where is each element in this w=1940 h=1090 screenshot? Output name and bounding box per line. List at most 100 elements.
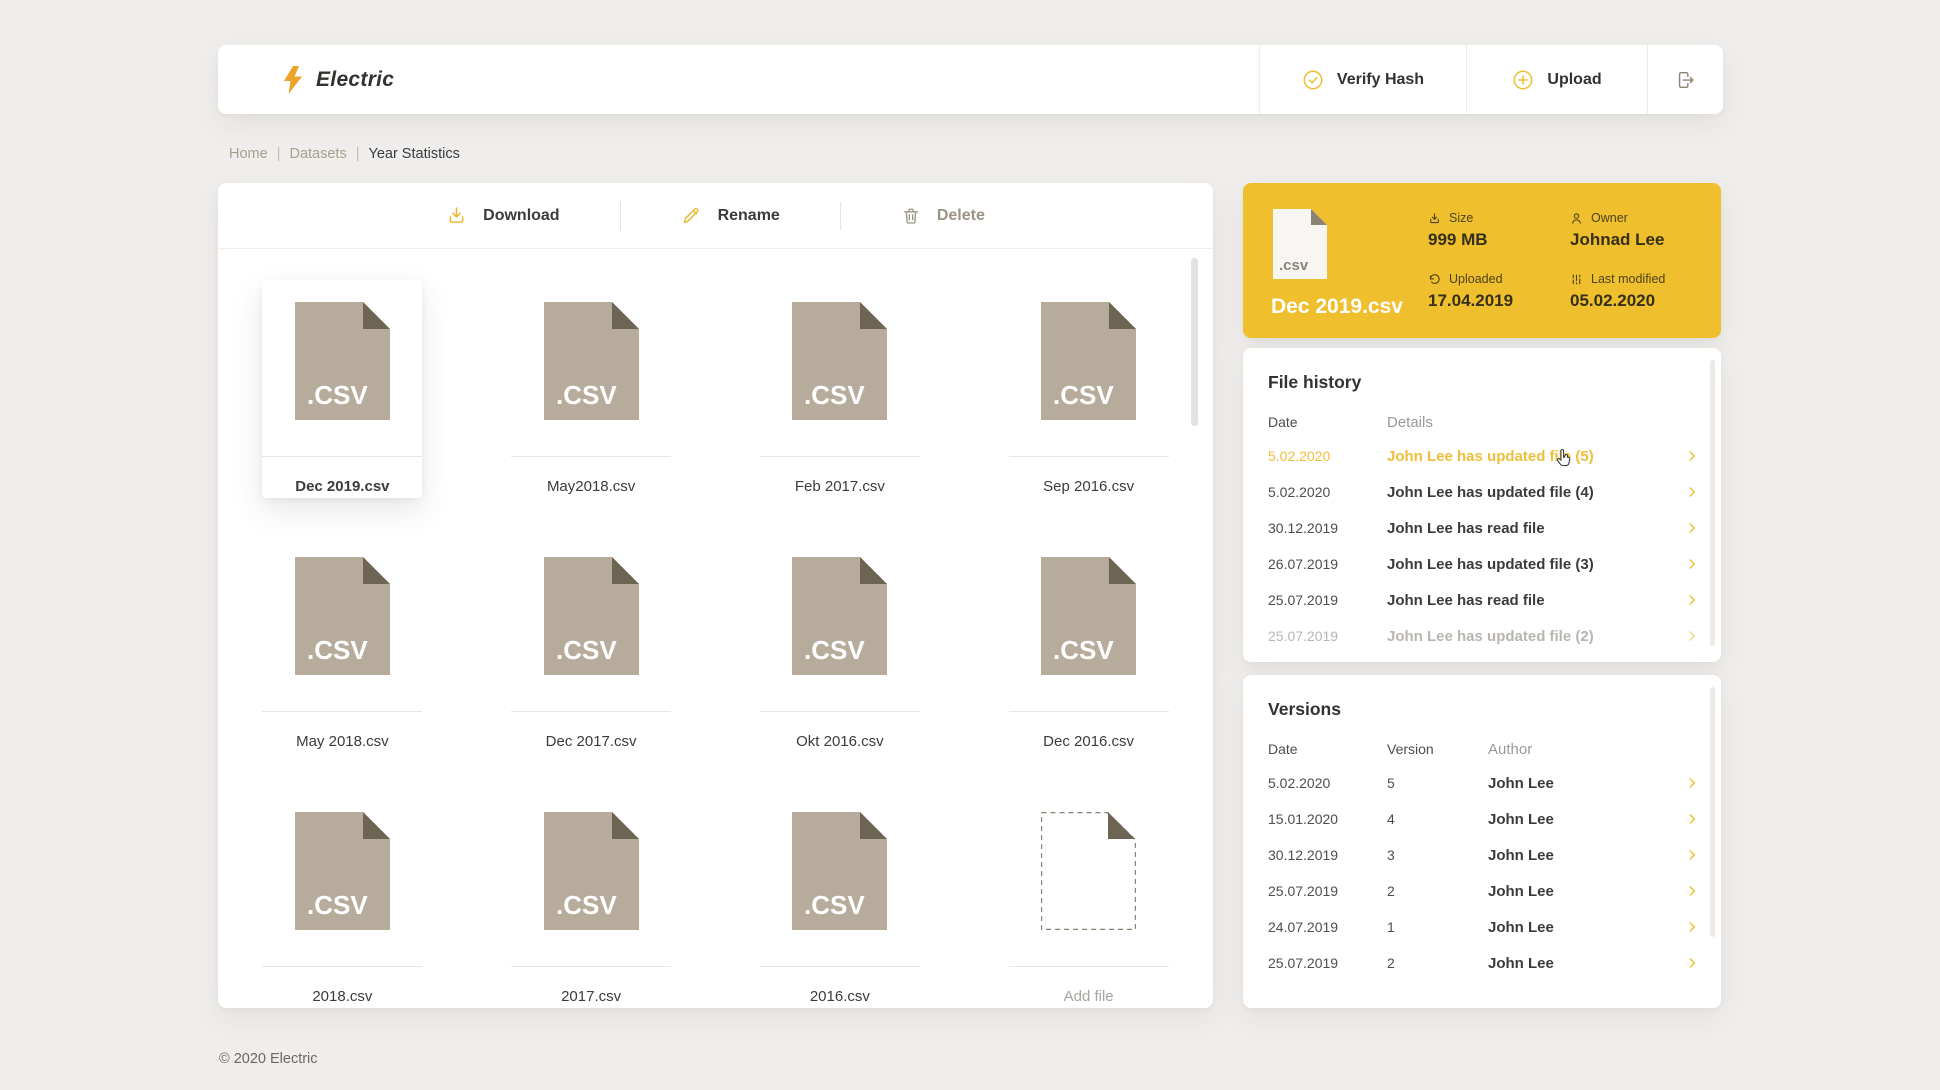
history-date: 25.07.2019: [1268, 628, 1339, 644]
history-scrollbar[interactable]: [1710, 360, 1715, 646]
file-tile-dec-2016[interactable]: .CSV Dec 2016.csv: [1008, 535, 1169, 753]
version-date: 24.07.2019: [1268, 919, 1339, 935]
file-label: May2018.csv: [546, 478, 636, 495]
file-label: 2017.csv: [561, 988, 622, 1005]
file-history-panel: File history Date Details 5.02.2020 John…: [1243, 348, 1721, 662]
history-row[interactable]: 26.07.2019 John Lee has updated file (3): [1243, 546, 1721, 582]
csv-file-icon: .CSV: [294, 557, 390, 675]
download-button[interactable]: Download: [434, 205, 571, 226]
history-row[interactable]: 5.02.2020 John Lee has updated file (5): [1243, 438, 1721, 474]
version-row[interactable]: 5.02.2020 5 John Lee: [1243, 765, 1721, 801]
breadcrumb-home[interactable]: Home: [229, 146, 268, 162]
svg-text:.CSV: .CSV: [804, 635, 865, 665]
modified-value: 05.02.2020: [1570, 291, 1656, 310]
file-tile-2017[interactable]: .CSV 2017.csv: [511, 790, 672, 1008]
version-date: 5.02.2020: [1268, 775, 1331, 791]
version-row[interactable]: 15.01.2020 4 John Lee: [1243, 801, 1721, 837]
csv-file-icon: .CSV: [543, 302, 639, 420]
csv-file-icon: .CSV: [1041, 302, 1137, 420]
version-date: 25.07.2019: [1268, 955, 1339, 971]
version-author: John Lee: [1488, 918, 1554, 936]
version-date: 30.12.2019: [1268, 847, 1339, 863]
upload-button[interactable]: Upload: [1466, 45, 1647, 114]
history-details: John Lee has updated file (3): [1387, 555, 1594, 573]
uploaded-value: 17.04.2019: [1428, 291, 1514, 310]
chevron-right-icon: [1689, 958, 1696, 968]
file-label: Feb 2017.csv: [794, 478, 885, 495]
meta-size: Size 999 MB: [1428, 211, 1570, 250]
csv-file-icon: .CSV: [294, 812, 390, 930]
svg-text:.CSV: .CSV: [804, 380, 865, 410]
delete-label: Delete: [936, 206, 985, 224]
modified-label: Last modified: [1591, 272, 1666, 286]
version-author: John Lee: [1488, 774, 1554, 792]
version-number: 2: [1387, 883, 1395, 899]
delete-button[interactable]: Delete: [889, 206, 997, 226]
file-tile-okt-2016[interactable]: .CSV Okt 2016.csv: [759, 535, 920, 753]
files-scrollbar[interactable]: [1191, 258, 1198, 426]
tile-divider: [262, 711, 423, 712]
svg-text:.CSV: .CSV: [307, 635, 368, 665]
files-grid: .CSV Dec 2019.csv .CSV May2018.csv .CSV …: [218, 250, 1213, 1008]
file-tile-sep-2016[interactable]: .CSV Sep 2016.csv: [1008, 280, 1169, 498]
tile-divider: [1008, 711, 1169, 712]
versions-header: Date Version Author: [1268, 741, 1696, 758]
version-number: 5: [1387, 775, 1395, 791]
file-tile-feb-2017[interactable]: .CSV Feb 2017.csv: [759, 280, 920, 498]
version-row[interactable]: 25.07.2019 2 John Lee: [1243, 945, 1721, 981]
chevron-right-icon: [1689, 451, 1696, 461]
version-row[interactable]: 30.12.2019 3 John Lee: [1243, 837, 1721, 873]
verify-hash-button[interactable]: Verify Hash: [1259, 45, 1466, 114]
tile-divider: [511, 966, 672, 967]
file-tile-may-2018[interactable]: .CSV May 2018.csv: [262, 535, 423, 753]
history-row[interactable]: 25.07.2019 John Lee has read file: [1243, 582, 1721, 618]
file-history-title: File history: [1268, 372, 1362, 392]
verify-hash-label: Verify Hash: [1336, 70, 1425, 88]
file-label: Dec 2019.csv: [295, 478, 390, 495]
sign-out-button[interactable]: [1647, 45, 1723, 114]
history-date: 25.07.2019: [1268, 592, 1339, 608]
upload-label: Upload: [1547, 70, 1602, 88]
version-row[interactable]: 24.07.2019 1 John Lee: [1243, 909, 1721, 945]
file-tile-2016[interactable]: .CSV 2016.csv: [759, 790, 920, 1008]
file-label: 2016.csv: [809, 988, 870, 1005]
csv-file-icon: .CSV: [543, 557, 639, 675]
lightning-bolt-icon: [284, 65, 302, 94]
rename-label: Rename: [717, 206, 780, 224]
add-file-tile[interactable]: Add file: [1008, 790, 1169, 1008]
version-row[interactable]: 25.07.2019 2 John Lee: [1243, 873, 1721, 909]
rename-button[interactable]: Rename: [669, 205, 792, 226]
tile-divider: [759, 966, 920, 967]
history-details: John Lee has read file: [1387, 519, 1545, 537]
file-label: Dec 2016.csv: [1043, 733, 1135, 750]
history-row[interactable]: 25.07.2019 John Lee has updated file (2): [1243, 618, 1721, 654]
csv-file-icon: .CSV: [543, 812, 639, 930]
add-file-label: Add file: [1063, 988, 1114, 1005]
toolbar-divider: [839, 201, 841, 230]
version-number: 4: [1387, 811, 1395, 827]
hand-pointer-icon: [1556, 449, 1571, 467]
tile-divider: [1008, 456, 1169, 457]
history-date: 5.02.2020: [1268, 448, 1331, 464]
history-row[interactable]: 30.12.2019 John Lee has read file: [1243, 510, 1721, 546]
versions-scrollbar[interactable]: [1710, 687, 1715, 937]
history-details: John Lee has read file: [1387, 591, 1545, 609]
breadcrumb-datasets[interactable]: Datasets: [289, 146, 346, 162]
history-row[interactable]: 5.02.2020 John Lee has updated file (4): [1243, 474, 1721, 510]
trash-icon: [903, 208, 918, 224]
file-tile-dec-2019[interactable]: .CSV Dec 2019.csv: [262, 280, 423, 498]
chevron-right-icon: [1689, 814, 1696, 824]
logo[interactable]: Electric: [218, 45, 1259, 114]
file-tile-dec-2017[interactable]: .CSV Dec 2017.csv: [511, 535, 672, 753]
tile-divider: [511, 456, 672, 457]
meta-owner: Owner Johnad Lee: [1570, 211, 1665, 250]
file-tile-2018[interactable]: .CSV 2018.csv: [262, 790, 423, 1008]
check-circle-icon: [1303, 70, 1323, 89]
svg-text:.CSV: .CSV: [1053, 380, 1114, 410]
svg-text:.CSV: .CSV: [1053, 635, 1114, 665]
csv-file-icon: .CSV: [792, 557, 888, 675]
file-tile-may2018[interactable]: .CSV May2018.csv: [511, 280, 672, 498]
meta-uploaded: Uploaded 17.04.2019: [1428, 272, 1570, 311]
version-number: 1: [1387, 919, 1395, 935]
history-details: John Lee has updated file (2): [1387, 627, 1594, 645]
